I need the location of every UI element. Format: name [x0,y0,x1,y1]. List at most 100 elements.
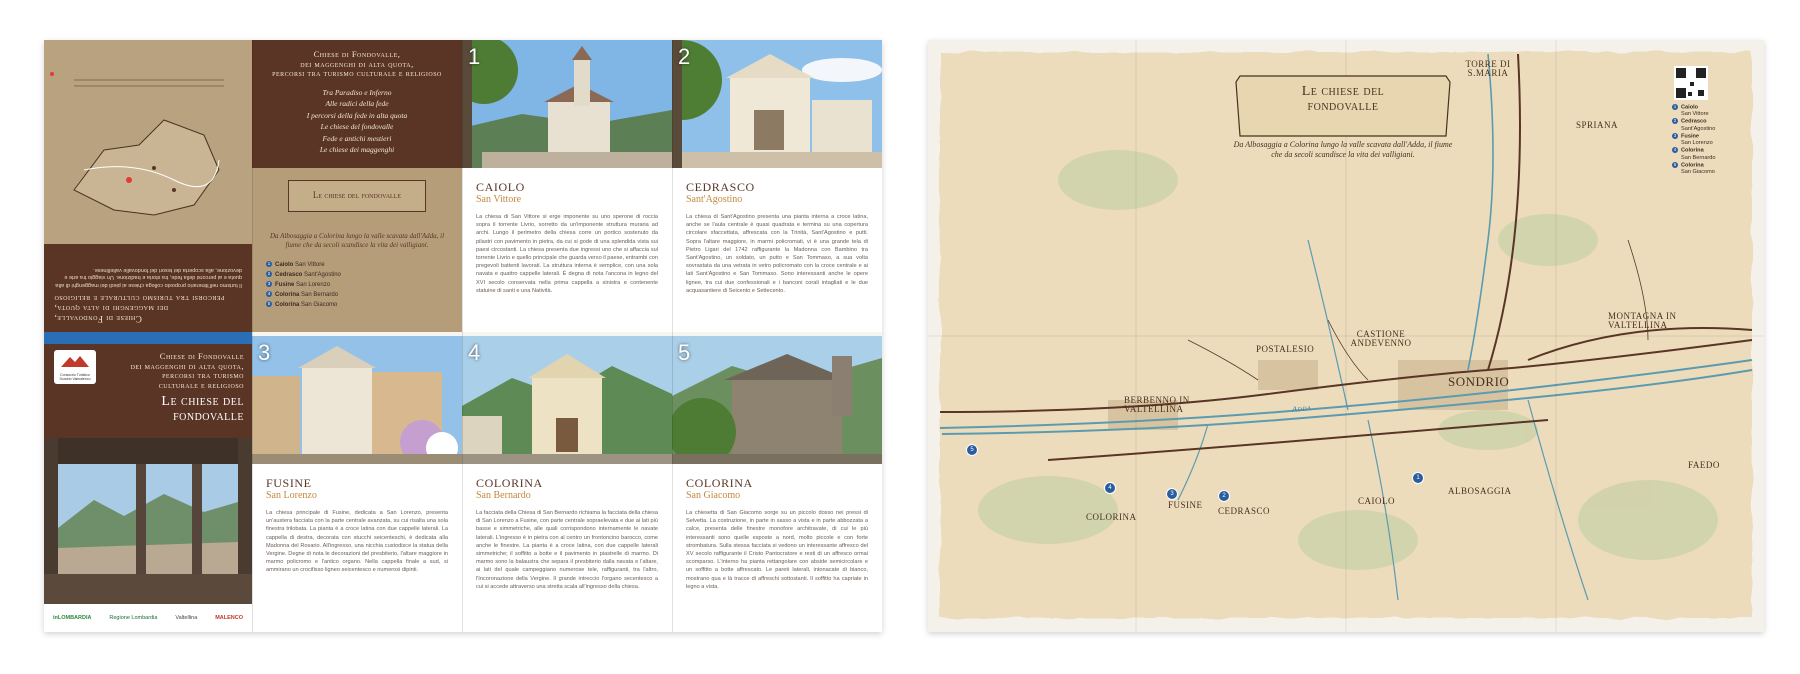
map-legend: 1 Caiolo San Vittore 2 Cedrasco Sant'Agost… [1672,104,1716,176]
intro-list-item: 2 Cedrasco Sant'Agostino [266,271,341,278]
route-item: Fede e antichi mestieri [322,133,392,143]
church-place: Caiolo [476,180,525,194]
fold-line [672,40,673,632]
blue-stripe [44,332,252,344]
intro-list-item: 5 Colorina San Giacomo [266,301,338,308]
map-marker-1[interactable]: 1 [1412,472,1424,484]
legend-church: San Lorenzo [1681,140,1713,147]
map-title-line: Le chiese del [1301,84,1385,99]
church-place: Fusine [266,476,312,490]
church-card-5: Colorina San Giacomo La chiesetta di San… [672,464,882,632]
church-name: San Vittore [476,194,522,205]
qr-code[interactable] [1674,66,1708,100]
route-item: Alle radici della fede [325,99,389,108]
church-text: La chiesetta di San Giacomo sorge su un … [686,510,868,590]
valtellina-logo: Valtellina [175,615,198,621]
place-label-torre: Torre di S.Maria [1465,59,1511,78]
intro-panel-bottom: Le chiese del fondovalle Da Albosaggia a… [252,168,462,332]
church-place: Colorina [686,476,753,490]
map-marker-4[interactable]: 4 [1104,482,1116,494]
legend-church: San Bernardo [1681,154,1716,161]
legend-item: 5 Colorina [1672,161,1704,169]
place-label-cedrasco: Cedrasco [1218,506,1271,516]
cover-photo [44,438,252,604]
back-title-line: percorsi tra turismo culturale e religio… [54,294,225,304]
intro-banner-title: Le chiese del fondovalle [312,190,402,200]
cover-panel: Consorzio Turistico Sondrio Valmalenco C… [44,344,252,438]
regione-lombardia-logo: Regione Lombardia [109,615,158,621]
intro-banner: Le chiese del fondovalle [288,180,426,212]
intro-list-item: 4 Colorina San Bernardo [266,291,339,298]
map-marker-2[interactable]: 2 [1218,490,1230,502]
place-label-berbenno: Berbenno in Valtellina [1124,395,1190,414]
legend-item: 4 Colorina [1672,147,1704,154]
back-body: Il turismo nell'itinerario proposto coll… [55,267,242,288]
legend-item: 1 Caiolo [1672,104,1699,111]
church-card-4: Colorina San Bernardo La facciata della … [462,464,672,632]
church-place: Cedrasco [686,180,755,194]
church-photo-5: 5 [672,336,882,464]
map-subtitle: Da Albosaggia a Colorina lungo la valle … [1233,140,1453,159]
back-title-line: Chiese di Fondovalle, [54,314,142,324]
church-text: La chiesa di San Vittore si erge imponen… [476,214,658,294]
intro-title-line: percorsi tra turismo culturale e religio… [272,68,442,78]
map-title: Le chiese del fondovalle [1240,84,1446,114]
legend-church: San Vittore [1681,111,1709,118]
place-label-caiolo: Caiolo [1358,496,1395,506]
church-number: 4 [468,340,481,365]
legend-item: 3 Fusine [1672,132,1700,140]
church-name: Sant'Agostino [686,194,743,205]
consortium-name: Consorzio Turistico Sondrio Valmalenco [59,373,91,381]
church-number: 2 [678,44,691,69]
church-name: San Giacomo [686,490,741,501]
route-item: Le chiese del fondovalle [320,122,394,131]
place-label-fusine: Fusine [1168,500,1203,510]
place-label-spriana: Spriana [1576,120,1619,130]
intro-panel-top: Chiese di Fondovalle, dei maggenghi di a… [252,40,462,168]
place-label-sondrio: Sondrio [1448,374,1510,389]
inlombardia-logo: inLOMBARDIA [52,615,92,621]
church-text: La facciata della Chiesa di San Bernardo… [476,510,658,590]
church-number: 1 [468,44,481,69]
back-panel-map [44,40,252,244]
church-name: San Lorenzo [266,490,317,501]
intro-church-list: 1 Caiolo San Vittore 2 Cedrasco Sant'Agost… [266,260,448,310]
church-text: La chiesa principale di Fusine, dedicata… [266,510,448,574]
church-text: La chiesa di Sant'Agostino presenta una … [686,214,868,294]
church-name: San Bernardo [476,490,531,501]
place-label-castione: Castione Andevenno [1350,329,1412,348]
church-photo-2: 2 [672,40,882,168]
logos-strip: inLOMBARDIA Regione Lombardia Valtellina… [44,604,252,632]
intro-list-item: 3 Fusine San Lorenzo [266,281,331,288]
church-photo-3: 3 [252,336,462,464]
route-item: I percorsi della fede in alta quota [306,110,408,120]
church-photo-1: 1 [462,40,672,168]
consortium-logo: Consorzio Turistico Sondrio Valmalenco [54,350,96,384]
cover-title-line: Le chiese del [161,394,244,409]
church-card-2: Cedrasco Sant'Agostino La chiesa di Sant… [672,168,882,332]
church-place: Colorina [476,476,543,490]
fold-line [462,40,463,632]
church-number: 3 [258,340,271,365]
church-number: 5 [678,340,691,365]
place-label-faedo: Faedo [1688,460,1720,470]
place-label-colorina: Colorina [1086,512,1137,522]
legend-church: Sant'Agostino [1681,125,1716,132]
legend-item: 2 Cedrasco [1672,118,1707,125]
malenco-logo: MALENCO [215,615,244,621]
map-title-line: fondovalle [1307,99,1379,114]
map-marker-3[interactable]: 3 [1166,488,1178,500]
place-label-albosaggia: Albosaggia [1448,486,1512,496]
intro-list-item: 1 Caiolo San Vittore [266,261,325,268]
route-item: Tra Paradiso e Inferno [322,87,392,97]
church-card-1: Caiolo San Vittore La chiesa di San Vitt… [462,168,672,332]
brochure-sheet: Chiese di Fondovalle, dei maggenghi di a… [44,40,882,632]
route-item: Le chiese dei maggenghi [319,145,395,154]
place-label-montagna: Montagna in Valtellina [1608,311,1677,330]
church-card-3: Fusine San Lorenzo La chiesa principale … [252,464,462,632]
back-panel-area-map [44,40,252,244]
church-photo-4: 4 [462,336,672,464]
mountain-icon [61,356,89,367]
map-marker-5[interactable]: 5 [966,444,978,456]
back-panel-text: Chiese di Fondovalle, dei maggenghi di a… [44,244,252,332]
